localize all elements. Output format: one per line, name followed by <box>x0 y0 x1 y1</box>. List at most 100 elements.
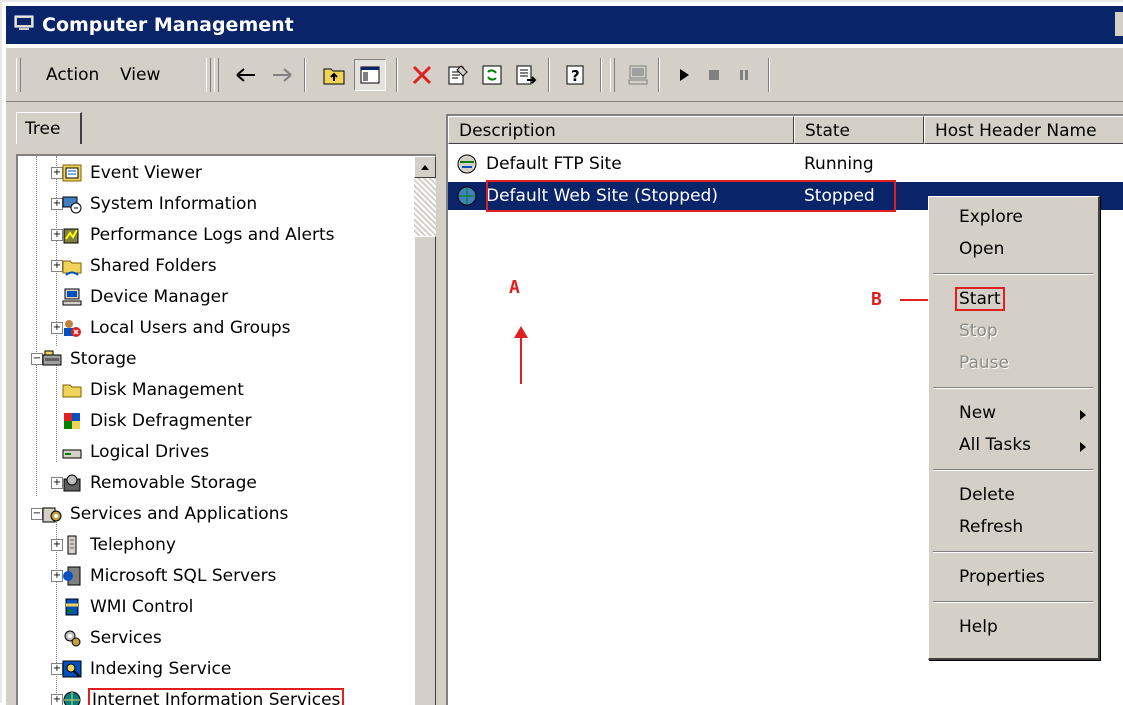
system-information-icon <box>62 196 82 214</box>
scroll-thumb[interactable] <box>414 236 436 705</box>
show-hide-tree-icon <box>360 66 380 84</box>
event-viewer-icon <box>62 164 82 182</box>
scroll-up-button[interactable] <box>414 156 436 178</box>
menu-item-all-tasks[interactable]: All Tasks <box>959 435 1031 455</box>
pause-service-button[interactable] <box>728 59 760 91</box>
tree-node-shared-folders[interactable]: + Shared Folders <box>51 253 219 279</box>
tree-node-services-applications[interactable]: − Services and Applications <box>31 501 290 527</box>
tree-panel[interactable]: + Event Viewer + System Information + Pe… <box>16 154 436 705</box>
device-manager-icon <box>62 288 82 306</box>
tree-node-logical-drives[interactable]: Logical Drives <box>62 439 211 465</box>
forward-button[interactable] <box>266 59 298 91</box>
menu-item-open[interactable]: Open <box>959 239 1004 259</box>
toolbar-grip[interactable] <box>610 58 615 92</box>
tree-node-disk-management[interactable]: Disk Management <box>62 377 246 403</box>
toolbar-grip[interactable] <box>206 58 211 92</box>
menu-item-stop[interactable]: Stop <box>959 321 998 341</box>
highlight-box-default-web-site <box>486 180 896 212</box>
tree-node-internet-information-services[interactable]: + Internet Information Services <box>51 687 345 705</box>
up-folder-icon <box>323 68 345 85</box>
menu-separator <box>933 551 1093 553</box>
toolbar-separator <box>768 58 770 92</box>
services-icon <box>64 630 81 647</box>
menu-item-refresh[interactable]: Refresh <box>959 517 1023 537</box>
tree-node-event-viewer[interactable]: + Event Viewer <box>51 160 204 186</box>
tab-tree[interactable]: Tree <box>16 112 82 144</box>
tree-node-performance-logs[interactable]: + Performance Logs and Alerts <box>51 222 336 248</box>
menu-item-properties[interactable]: Properties <box>959 567 1045 587</box>
menu-item-delete[interactable]: Delete <box>959 485 1015 505</box>
menu-separator <box>933 273 1093 275</box>
menu-item-start[interactable]: Start <box>955 287 1005 311</box>
title-bar[interactable]: Computer Management <box>6 6 1123 44</box>
tree-node-device-manager[interactable]: Device Manager <box>62 284 230 310</box>
tree-node-indexing-service[interactable]: + Indexing Service <box>51 656 233 682</box>
delete-button[interactable] <box>406 59 438 91</box>
menu-separator <box>933 387 1093 389</box>
tree-node-telephony[interactable]: + Telephony <box>51 532 178 558</box>
wmi-control-icon <box>65 598 79 616</box>
disk-defragmenter-icon <box>64 413 80 429</box>
window-control-button[interactable] <box>1115 12 1123 36</box>
export-list-button[interactable] <box>510 59 542 91</box>
tree-node-storage[interactable]: − Storage <box>31 346 139 372</box>
tree-node-services[interactable]: Services <box>62 625 164 651</box>
menu-item-new[interactable]: New <box>959 403 996 423</box>
up-one-level-button[interactable] <box>318 59 350 91</box>
annotation-arrow-a <box>514 326 528 384</box>
back-button[interactable] <box>230 59 262 91</box>
annotation-label-a: A <box>509 277 520 298</box>
tree-line <box>56 156 57 346</box>
tree-line <box>36 156 37 496</box>
menu-item-pause[interactable]: Pause <box>959 353 1009 373</box>
ftp-site-icon <box>457 154 477 174</box>
refresh-button[interactable] <box>476 59 508 91</box>
column-header-host-header-name[interactable]: Host Header Name <box>924 116 1123 144</box>
toolbar-separator <box>548 58 550 92</box>
menu-item-help[interactable]: Help <box>959 617 998 637</box>
context-menu: Explore Open Start Stop Pause New All Ta… <box>928 196 1100 660</box>
services-applications-icon <box>42 507 62 523</box>
tree-node-removable-storage[interactable]: + Removable Storage <box>51 470 259 496</box>
annotation-label-b: B <box>871 289 882 310</box>
performance-logs-icon <box>63 228 79 244</box>
properties-button[interactable] <box>442 59 474 91</box>
column-header-state[interactable]: State <box>794 116 924 144</box>
start-service-button[interactable] <box>668 59 700 91</box>
view-menu[interactable]: View <box>120 65 160 85</box>
submenu-arrow-icon <box>1080 410 1086 420</box>
forward-arrow-icon <box>273 68 292 82</box>
stop-icon <box>709 70 719 80</box>
play-icon <box>680 69 689 81</box>
disk-management-icon <box>62 384 82 398</box>
tree-scrollbar[interactable] <box>414 156 436 705</box>
menu-item-explore[interactable]: Explore <box>959 207 1023 227</box>
local-users-icon <box>64 320 81 337</box>
show-hide-tree-button[interactable] <box>354 59 386 91</box>
toolbar: Action View ? <box>6 48 1123 102</box>
tree-node-sql-servers[interactable]: + Microsoft SQL Servers <box>51 563 278 589</box>
connect-computer-button[interactable] <box>622 59 654 91</box>
list-row-default-ftp-site[interactable]: Default FTP Site Running <box>448 150 1123 178</box>
pause-icon <box>740 70 748 80</box>
computer-management-icon <box>14 15 34 30</box>
logical-drives-icon <box>62 449 82 459</box>
web-site-stopped-icon <box>457 186 477 206</box>
toolbar-grip[interactable] <box>16 58 21 92</box>
action-menu[interactable]: Action <box>46 65 99 85</box>
delete-x-icon <box>412 65 432 85</box>
toolbar-separator <box>600 58 602 92</box>
tree-line <box>56 362 57 462</box>
column-header-description[interactable]: Description <box>448 116 794 144</box>
removable-storage-icon <box>63 474 81 492</box>
menu-separator <box>933 601 1093 603</box>
svg-text:?: ? <box>571 67 580 85</box>
help-button[interactable]: ? <box>560 59 592 91</box>
properties-icon <box>448 65 468 85</box>
tree-node-system-information[interactable]: + System Information <box>51 191 259 217</box>
stop-service-button[interactable] <box>698 59 730 91</box>
toolbar-separator <box>658 58 660 92</box>
tree-node-wmi-control[interactable]: WMI Control <box>62 594 195 620</box>
tree-node-disk-defragmenter[interactable]: Disk Defragmenter <box>62 408 254 434</box>
tree-node-local-users-groups[interactable]: + Local Users and Groups <box>51 315 292 341</box>
